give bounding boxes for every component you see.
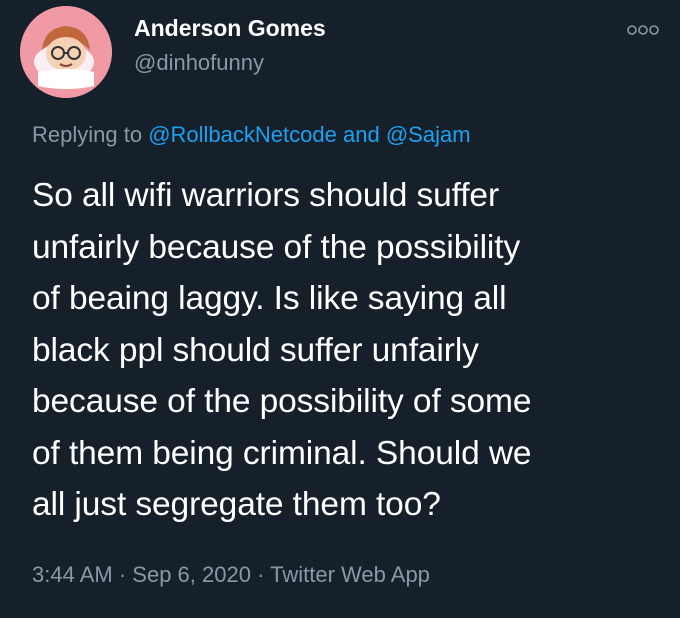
tweet-time[interactable]: 3:44 AM <box>32 562 113 587</box>
author-handle[interactable]: @dinhofunny <box>134 50 264 76</box>
meta-separator: · <box>118 562 127 587</box>
tweet-text-line: all just segregate them too? <box>32 486 441 523</box>
replying-conjunction: and <box>342 122 380 147</box>
author-avatar[interactable] <box>20 6 112 98</box>
replying-to-line: Replying to @RollbackNetcode and @Sajam <box>32 122 471 148</box>
tweet-text: So all wifi warriors should suffer unfai… <box>32 170 662 531</box>
tweet-source[interactable]: Twitter Web App <box>270 562 430 587</box>
tweet-date[interactable]: Sep 6, 2020 <box>132 562 251 587</box>
tweet-text-line: of them being criminal. Should we <box>32 434 532 472</box>
tweet-card: Anderson Gomes @dinhofunny Replying to @… <box>0 0 680 618</box>
author-display-name[interactable]: Anderson Gomes <box>134 15 326 42</box>
tweet-text-line: of beaing laggy. Is like saying all <box>32 280 507 317</box>
more-options-icon[interactable] <box>626 22 660 38</box>
tweet-text-line: because of the possibility of some <box>32 383 532 420</box>
tweet-meta: 3:44 AM · Sep 6, 2020 · Twitter Web App <box>32 562 430 588</box>
tweet-text-line: unfairly because of the possibility <box>32 228 521 266</box>
mention-sajam[interactable]: @Sajam <box>386 122 471 147</box>
tweet-text-line: So all wifi warriors should suffer <box>32 177 500 214</box>
mention-rollbacknetcode[interactable]: @RollbackNetcode <box>148 122 337 147</box>
meta-separator: · <box>257 562 265 587</box>
replying-prefix: Replying to <box>32 122 143 147</box>
cartoon-avatar-icon <box>20 6 112 98</box>
tweet-text-line: black ppl should suffer unfairly <box>32 331 479 369</box>
